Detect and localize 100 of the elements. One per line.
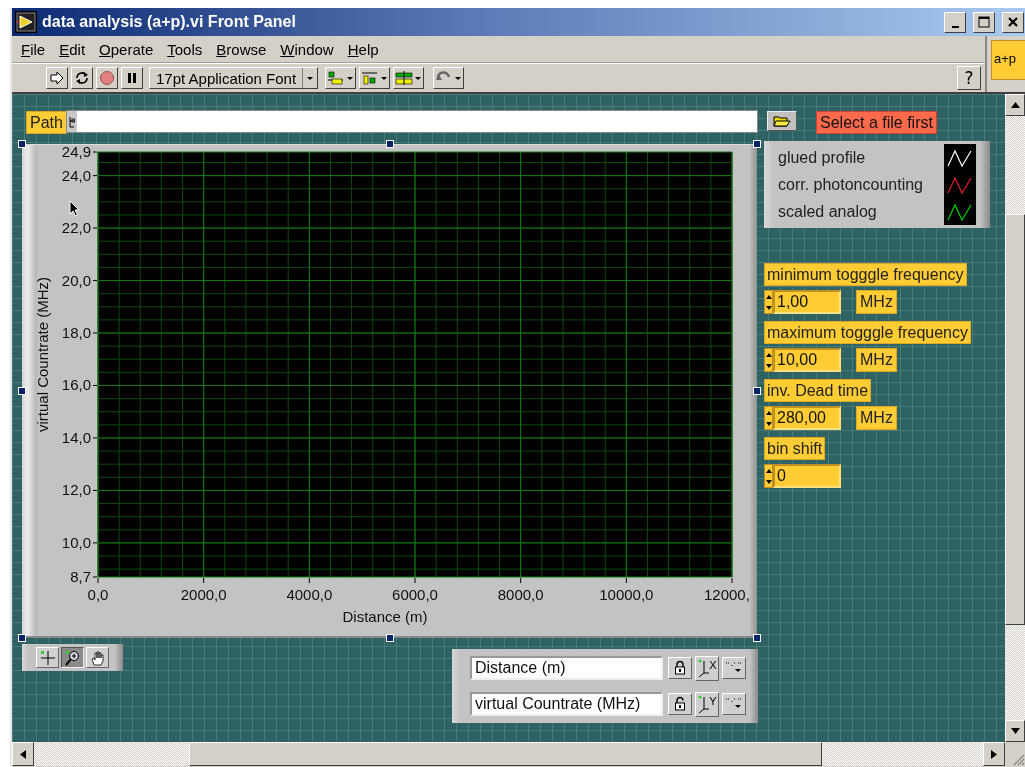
distribute-button[interactable] <box>359 67 391 89</box>
selection-handle[interactable] <box>753 140 761 148</box>
size-grip-icon <box>1013 754 1025 766</box>
maximize-button[interactable] <box>973 11 995 33</box>
caret-icon <box>346 74 355 82</box>
minimize-button[interactable] <box>944 11 966 33</box>
format-button[interactable] <box>722 693 746 715</box>
close-button[interactable] <box>1002 11 1024 33</box>
x-tick-label: 10000,0 <box>599 586 654 603</box>
scale-name-field[interactable]: virtual Countrate (MHz) <box>470 692 663 716</box>
down-arrow-icon <box>765 363 772 368</box>
triangle-icon <box>1010 728 1020 734</box>
selection-handle[interactable] <box>18 387 26 395</box>
up-arrow-icon <box>765 410 772 415</box>
scroll-up-button[interactable] <box>1005 94 1025 116</box>
run-button[interactable] <box>46 67 68 89</box>
pause-button[interactable] <box>121 67 143 89</box>
scroll-right-button[interactable] <box>983 742 1005 766</box>
path-field[interactable] <box>66 110 758 133</box>
up-arrow-icon <box>765 294 772 299</box>
minimize-icon <box>951 25 959 28</box>
caret-icon <box>454 74 463 82</box>
palette-tool-button[interactable] <box>61 647 84 668</box>
align-button[interactable] <box>325 67 357 89</box>
selection-handle[interactable] <box>386 634 394 642</box>
menu-item[interactable]: Window <box>273 40 341 58</box>
increment-arrows[interactable] <box>764 348 773 372</box>
stop-icon <box>99 70 115 86</box>
abort-button[interactable] <box>96 67 118 89</box>
menu-item[interactable]: Operate <box>92 40 161 58</box>
scroll-down-button[interactable] <box>1005 720 1025 742</box>
status-indicator: Select a file first <box>816 111 937 134</box>
pause-icon <box>125 71 139 85</box>
close-icon <box>1007 16 1019 28</box>
y-tick-label: 20,0 <box>61 271 91 289</box>
vi-icon <box>15 11 37 33</box>
reorder-button[interactable] <box>433 67 465 89</box>
selection-handle[interactable] <box>753 634 761 642</box>
down-arrow-icon <box>765 305 772 310</box>
x-tick-label: 2000,0 <box>180 586 227 603</box>
vi-icon-box[interactable]: a+p <box>991 40 1025 80</box>
path-label: Path <box>26 111 67 134</box>
font-dropdown[interactable]: 17pt Application Font <box>149 67 319 89</box>
x-tick-label: 12000, <box>704 586 750 603</box>
y-tick-label: 24,9 <box>61 145 91 160</box>
number-format-icon <box>724 661 744 675</box>
autoscale-button[interactable]: X <box>695 655 719 681</box>
y-axis-title: virtual Countrate (MHz) <box>34 277 51 432</box>
align-icon <box>327 71 346 85</box>
scrollbar-thumb[interactable] <box>189 742 822 766</box>
selection-handle[interactable] <box>753 387 761 395</box>
format-button[interactable] <box>722 657 746 679</box>
selection-handle[interactable] <box>18 140 26 148</box>
arrow-icon <box>49 71 65 85</box>
scrollbar-thumb[interactable] <box>1005 214 1025 625</box>
control-label: bin shift <box>764 437 826 460</box>
lock-button[interactable] <box>668 693 692 715</box>
x-tick-label: 0,0 <box>87 586 109 603</box>
increment-arrows[interactable] <box>764 290 773 314</box>
triangle-icon <box>991 749 997 759</box>
menu-item[interactable]: File <box>14 40 53 58</box>
autoscale-button[interactable]: Y <box>695 691 719 717</box>
y-tick-label: 16,0 <box>61 376 91 394</box>
numeric-field[interactable]: 0 <box>773 464 841 488</box>
selection-handle[interactable] <box>386 140 394 148</box>
up-arrow-icon <box>765 468 772 473</box>
menu-item[interactable]: Browse <box>209 40 274 58</box>
y-tick-label: 22,0 <box>61 219 91 237</box>
open-padlock-icon <box>673 696 687 712</box>
scrollbar[interactable] <box>12 742 1005 766</box>
axis-icon <box>697 694 710 714</box>
numeric-field[interactable]: 280,00 <box>773 406 841 430</box>
browse-button[interactable] <box>767 111 797 131</box>
scrollbar[interactable] <box>1005 94 1025 742</box>
plot-swatch[interactable] <box>944 198 976 225</box>
maximize-icon <box>978 16 990 28</box>
numeric-field[interactable]: 1,00 <box>773 290 841 314</box>
x-tick-label: 6000,0 <box>392 586 438 603</box>
mouse-pointer-icon <box>69 200 80 217</box>
window-title: data analysis (a+p).vi Front Panel <box>42 13 296 31</box>
lock-button[interactable] <box>668 657 692 679</box>
caret-icon <box>306 74 315 82</box>
y-tick-label: 12,0 <box>61 481 91 499</box>
scroll-left-button[interactable] <box>12 742 34 766</box>
increment-arrows[interactable] <box>764 464 773 488</box>
increment-arrows[interactable] <box>764 406 773 430</box>
menu-item[interactable]: Help <box>340 40 386 58</box>
y-tick-label: 24,0 <box>61 166 91 184</box>
plot-swatch[interactable] <box>944 144 976 171</box>
help-button[interactable]: ? <box>957 66 981 90</box>
hand-icon <box>89 649 106 666</box>
numeric-field[interactable]: 10,00 <box>773 348 841 372</box>
x-tick-label: 8000,0 <box>497 586 544 603</box>
menu-item[interactable]: Tools <box>160 40 210 58</box>
selection-handle[interactable] <box>18 634 26 642</box>
menu-item[interactable]: Edit <box>52 40 93 58</box>
down-arrow-icon <box>765 421 772 426</box>
scale-name-field[interactable]: Distance (m) <box>470 656 663 680</box>
resize-button[interactable] <box>393 67 425 89</box>
run-continuously-button[interactable] <box>71 67 93 89</box>
